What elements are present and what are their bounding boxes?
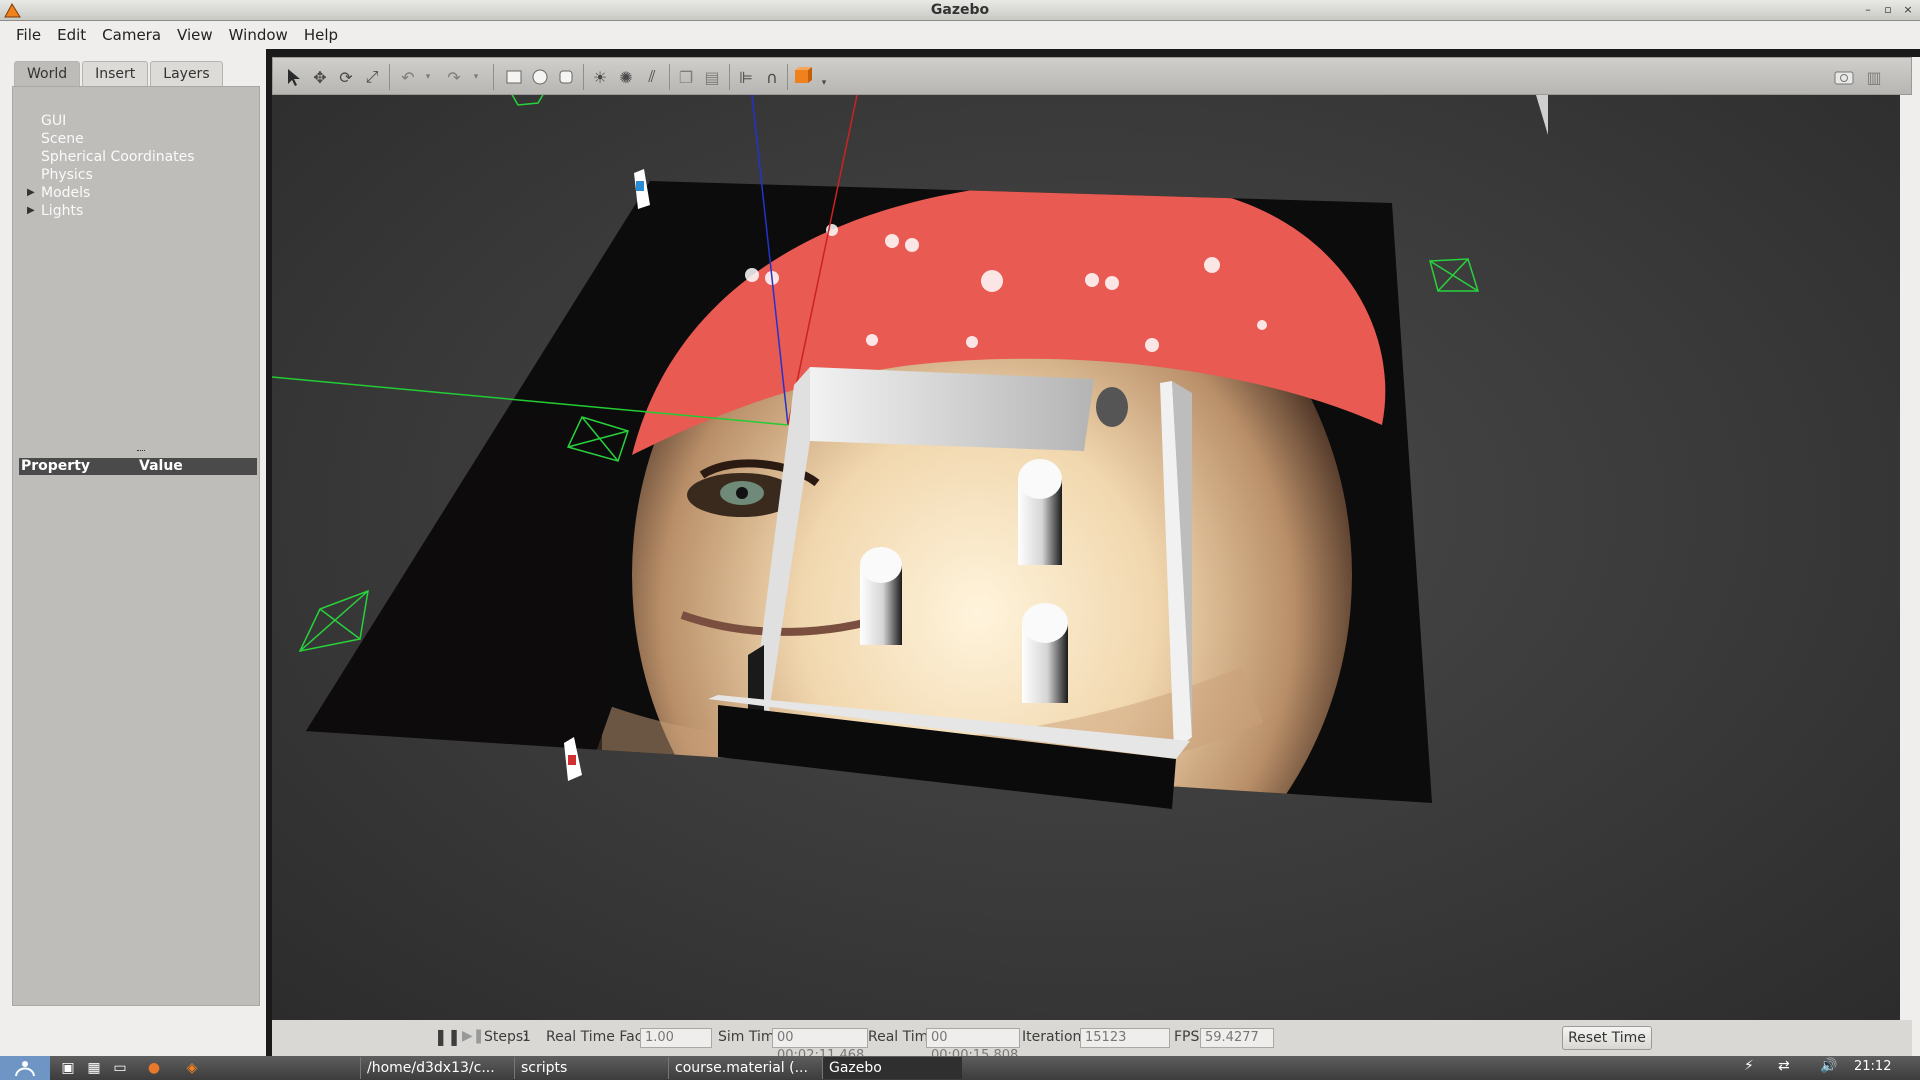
gazebo-launcher-icon[interactable]: ◈ bbox=[180, 1058, 204, 1078]
cylinder-2[interactable] bbox=[860, 547, 902, 645]
snap-icon[interactable]: ∩ bbox=[761, 66, 783, 88]
reset-time-button[interactable]: Reset Time bbox=[1562, 1026, 1652, 1050]
taskbar-item-course-material[interactable]: course.material (... bbox=[668, 1057, 818, 1079]
tab-world[interactable]: World bbox=[14, 61, 81, 86]
world-tree: GUI Scene Spherical Coordinates Physics … bbox=[12, 86, 260, 1006]
right-panel-handle[interactable] bbox=[1901, 95, 1920, 1020]
simulation-control-bar: ❚❚ ▶❚ Steps: 1 Real Time Factor: 1.00 Si… bbox=[272, 1020, 1912, 1063]
terminal-icon[interactable]: ▭ bbox=[108, 1058, 132, 1078]
redo-dropdown-icon[interactable]: ▾ bbox=[465, 66, 487, 88]
expand-arrow-icon[interactable]: ▶ bbox=[27, 187, 35, 198]
title-bar: Gazebo – ▫ × bbox=[0, 0, 1920, 21]
taskbar-item-terminal[interactable]: /home/d3dx13/c... bbox=[360, 1057, 510, 1079]
property-column-header: Property bbox=[21, 458, 91, 474]
undo-icon[interactable]: ↶ bbox=[397, 66, 419, 88]
face-texture bbox=[306, 181, 1386, 803]
tree-item-physics[interactable]: Physics bbox=[41, 167, 93, 183]
menu-bar: File Edit Camera View Window Help bbox=[0, 21, 1920, 49]
paste-icon[interactable]: ▤ bbox=[701, 66, 723, 88]
undo-dropdown-icon[interactable]: ▾ bbox=[417, 66, 439, 88]
tab-layers[interactable]: Layers bbox=[150, 61, 223, 86]
camera-frustum[interactable] bbox=[1429, 258, 1480, 292]
unit-object[interactable] bbox=[1096, 387, 1128, 427]
real-time-field: 00 00:00:15.808 bbox=[926, 1028, 1020, 1063]
camera-frustum[interactable] bbox=[298, 589, 369, 653]
screenshot-icon[interactable] bbox=[1833, 66, 1855, 88]
point-light-icon[interactable]: ☀ bbox=[589, 66, 611, 88]
align-icon[interactable]: ⊫ bbox=[735, 66, 757, 88]
value-column-header: Value bbox=[139, 458, 183, 474]
tab-insert[interactable]: Insert bbox=[82, 61, 149, 86]
taskbar-item-scripts[interactable]: scripts bbox=[514, 1057, 664, 1079]
sphere-icon[interactable] bbox=[529, 66, 551, 88]
tree-item-scene[interactable]: Scene bbox=[41, 131, 84, 147]
menu-view[interactable]: View bbox=[169, 26, 221, 44]
window-title: Gazebo bbox=[930, 2, 990, 18]
3d-scene-view[interactable] bbox=[272, 95, 1900, 1020]
tree-item-lights[interactable]: Lights bbox=[41, 203, 83, 219]
left-panel: World Insert Layers GUI Scene Spherical … bbox=[0, 49, 266, 1056]
system-taskbar: ▣ ▦ ▭ ● ◈ /home/d3dx13/c... scripts cour… bbox=[0, 1056, 1920, 1080]
step-icon[interactable]: ▶❚ bbox=[462, 1028, 485, 1044]
panel-tabs: World Insert Layers bbox=[14, 61, 223, 86]
start-menu-icon bbox=[15, 1061, 35, 1077]
firefox-icon[interactable]: ● bbox=[142, 1058, 166, 1078]
view-angle-dropdown-icon[interactable]: ▾ bbox=[813, 72, 835, 94]
translate-icon[interactable]: ✥ bbox=[309, 66, 331, 88]
scene-render bbox=[272, 95, 1548, 809]
rtf-field: 1.00 bbox=[640, 1028, 712, 1048]
power-icon[interactable]: ⚡ bbox=[1744, 1058, 1754, 1074]
menu-edit[interactable]: Edit bbox=[49, 26, 94, 44]
menu-camera[interactable]: Camera bbox=[94, 26, 169, 44]
wall-top[interactable] bbox=[810, 367, 1094, 451]
iterations-field: 15123 bbox=[1080, 1028, 1170, 1048]
taskbar-item-gazebo[interactable]: Gazebo bbox=[822, 1057, 962, 1079]
minimize-button[interactable]: – bbox=[1860, 3, 1876, 17]
scale-icon[interactable]: ⤢ bbox=[361, 66, 383, 88]
gazebo-window: Gazebo – ▫ × File Edit Camera View Windo… bbox=[0, 0, 1920, 1080]
cylinder-3[interactable] bbox=[1022, 603, 1068, 703]
view-angle-icon[interactable] bbox=[793, 66, 815, 88]
clock[interactable]: 21:12 bbox=[1854, 1059, 1891, 1074]
tree-item-gui[interactable]: GUI bbox=[41, 113, 66, 129]
pause-icon[interactable]: ❚❚ bbox=[434, 1027, 461, 1046]
close-button[interactable]: × bbox=[1900, 3, 1916, 17]
copy-icon[interactable]: ❐ bbox=[675, 66, 697, 88]
property-table-header: Property Value bbox=[19, 458, 257, 475]
directional-light-icon[interactable]: ⫽ bbox=[641, 66, 663, 88]
network-icon[interactable]: ⇄ bbox=[1778, 1058, 1790, 1074]
spot-light-icon[interactable]: ✺ bbox=[615, 66, 637, 88]
toolbar: ✥ ⟳ ⤢ ↶ ▾ ↷ ▾ ☀ ✺ ⫽ ❐ ▤ ⊫ ∩ ▾ ▥ bbox=[272, 57, 1912, 95]
sim-time-field: 00 00:02:11.468 bbox=[772, 1028, 868, 1063]
cylinder-icon[interactable] bbox=[555, 66, 577, 88]
menu-window[interactable]: Window bbox=[221, 26, 296, 44]
fps-field: 59.4277 bbox=[1200, 1028, 1274, 1048]
file-manager-icon[interactable]: ▣ bbox=[56, 1058, 80, 1078]
log-icon[interactable]: ▥ bbox=[1863, 66, 1885, 88]
expand-arrow-icon[interactable]: ▶ bbox=[27, 205, 35, 216]
splitter-handle[interactable] bbox=[137, 450, 145, 453]
maximize-button[interactable]: ▫ bbox=[1880, 3, 1896, 17]
box-icon[interactable] bbox=[503, 66, 525, 88]
volume-icon[interactable]: 🔊 bbox=[1820, 1058, 1837, 1074]
desktop-icon[interactable]: ▦ bbox=[82, 1058, 106, 1078]
cylinder-1[interactable] bbox=[1018, 459, 1062, 565]
viewport-area: ✥ ⟳ ⤢ ↶ ▾ ↷ ▾ ☀ ✺ ⫽ ❐ ▤ ⊫ ∩ ▾ ▥ ❚❚ ▶❚ St… bbox=[272, 57, 1920, 1063]
redo-icon[interactable]: ↷ bbox=[443, 66, 465, 88]
select-icon[interactable] bbox=[283, 66, 305, 88]
start-menu-button[interactable] bbox=[0, 1056, 50, 1080]
tree-item-spherical-coordinates[interactable]: Spherical Coordinates bbox=[41, 149, 195, 165]
tree-item-models[interactable]: Models bbox=[41, 185, 90, 201]
rotate-icon[interactable]: ⟳ bbox=[335, 66, 357, 88]
menu-help[interactable]: Help bbox=[296, 26, 346, 44]
menu-file[interactable]: File bbox=[8, 26, 49, 44]
camera-frustum[interactable] bbox=[510, 95, 544, 106]
scene-edge-object bbox=[1536, 95, 1548, 135]
steps-value[interactable]: 1 bbox=[522, 1029, 531, 1045]
